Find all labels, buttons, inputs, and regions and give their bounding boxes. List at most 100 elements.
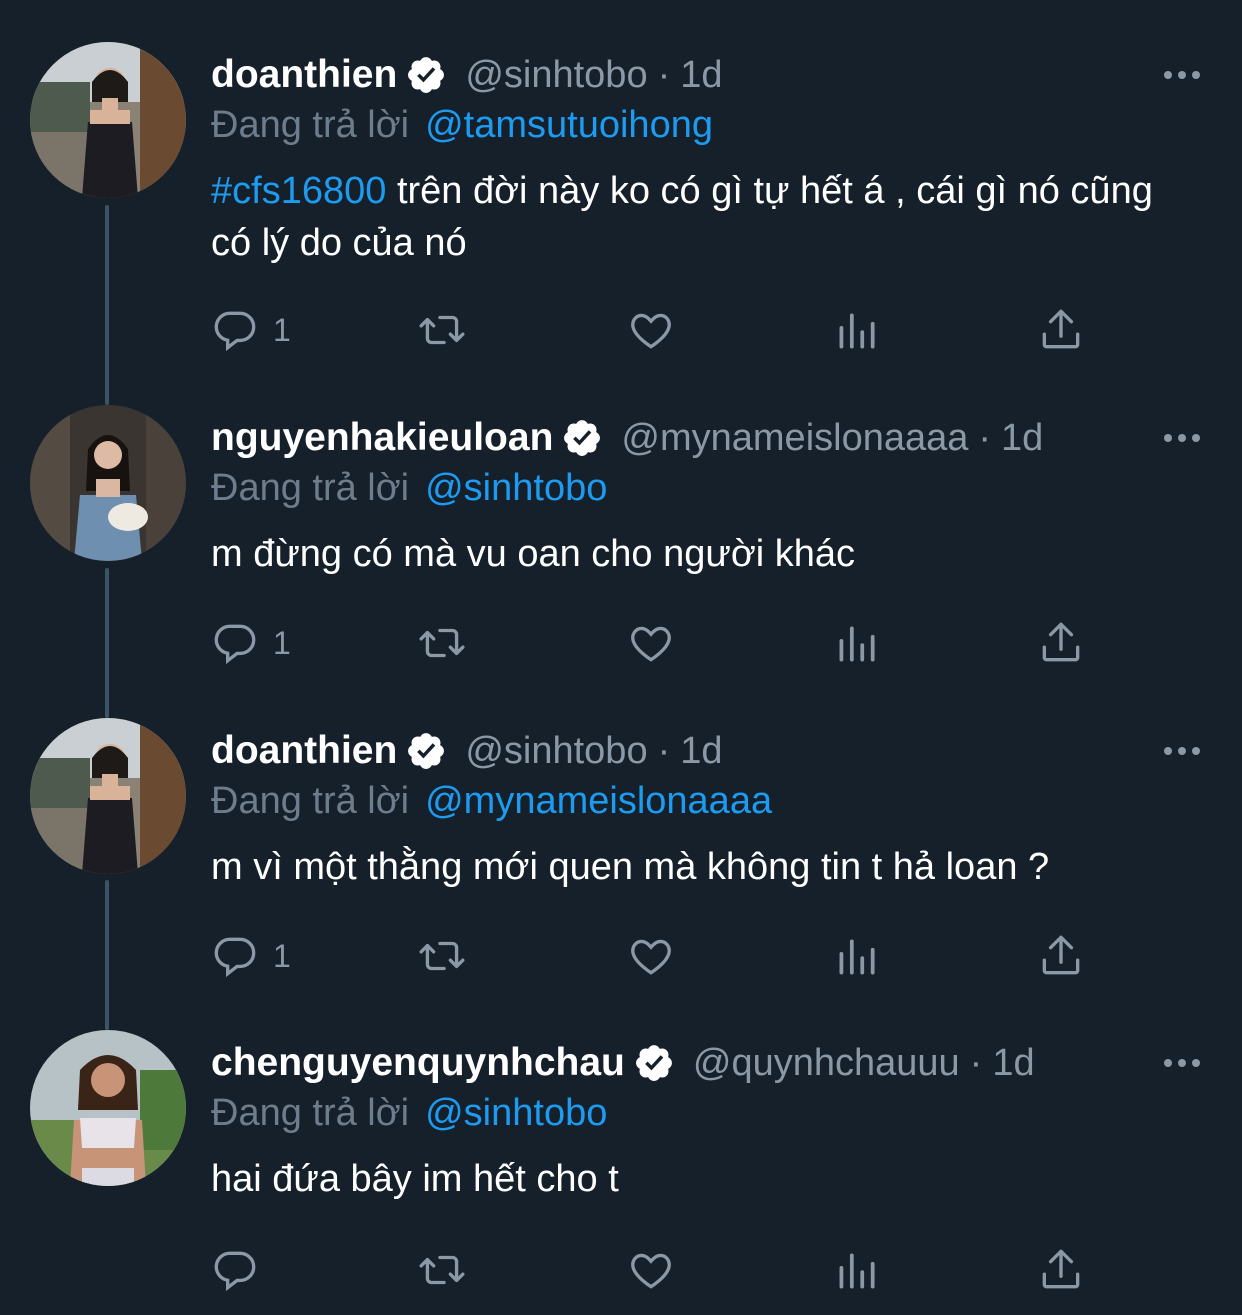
display-name[interactable]: chenguyenquynhchau bbox=[211, 1041, 625, 1085]
like-button[interactable] bbox=[626, 300, 676, 360]
like-button[interactable] bbox=[626, 1240, 676, 1300]
mention-link[interactable]: @mynameislonaaaa bbox=[425, 780, 772, 823]
separator-dot: · bbox=[978, 416, 992, 459]
heart-icon bbox=[631, 939, 671, 975]
like-button[interactable] bbox=[626, 926, 676, 986]
reply-icon bbox=[214, 1251, 256, 1292]
tweet-header: doanthien @sinhtobo · 1d bbox=[211, 50, 1132, 100]
mention-link[interactable]: @tamsutuoihong bbox=[425, 104, 713, 147]
share-icon bbox=[1042, 1249, 1080, 1289]
tweet-text: hai đứa bây im hết cho t bbox=[211, 1153, 1171, 1205]
reply-icon bbox=[214, 311, 256, 352]
user-handle[interactable]: @quynhchauuu bbox=[693, 1042, 960, 1085]
analytics-icon bbox=[839, 1253, 875, 1289]
tweet-text: m đừng có mà vu oan cho người khác bbox=[211, 528, 1171, 580]
reply-count: 1 bbox=[273, 311, 291, 348]
reply-button[interactable]: 1 bbox=[211, 926, 291, 986]
tweet[interactable]: doanthien @sinhtobo · 1d Đang trả lời @m… bbox=[0, 676, 1242, 986]
timestamp[interactable]: 1d bbox=[680, 54, 722, 97]
reply-count: 1 bbox=[273, 624, 291, 661]
verified-badge-icon bbox=[405, 54, 447, 96]
reply-icon bbox=[214, 937, 256, 978]
replying-label: Đang trả lời bbox=[211, 1091, 410, 1134]
replying-label: Đang trả lời bbox=[211, 103, 410, 146]
tweet[interactable]: doanthien @sinhtobo · 1d Đang trả lời @t… bbox=[0, 0, 1242, 352]
display-name[interactable]: nguyenhakieuloan bbox=[211, 416, 553, 460]
user-handle[interactable]: @sinhtobo bbox=[465, 730, 647, 773]
timestamp[interactable]: 1d bbox=[1001, 417, 1043, 460]
tweet-text-content: hai đứa bây im hết cho t bbox=[211, 1158, 619, 1200]
analytics-icon bbox=[839, 626, 875, 662]
avatar[interactable] bbox=[30, 405, 186, 561]
heart-icon bbox=[631, 626, 671, 662]
retweet-button[interactable] bbox=[416, 613, 468, 673]
reply-icon bbox=[214, 624, 256, 665]
avatar[interactable] bbox=[30, 1030, 186, 1186]
share-icon bbox=[1042, 622, 1080, 662]
verified-badge-icon bbox=[405, 730, 447, 772]
analytics-button[interactable] bbox=[831, 926, 881, 986]
user-handle[interactable]: @sinhtobo bbox=[465, 54, 647, 97]
more-options-icon[interactable] bbox=[1152, 1043, 1212, 1083]
timestamp[interactable]: 1d bbox=[680, 730, 722, 773]
reply-button[interactable]: 1 bbox=[211, 300, 291, 360]
share-button[interactable] bbox=[1036, 1240, 1086, 1300]
verified-badge-icon bbox=[633, 1042, 675, 1084]
retweet-icon bbox=[419, 941, 465, 971]
tweet-text: m vì một thằng mới quen mà không tin t h… bbox=[211, 841, 1211, 893]
share-icon bbox=[1042, 935, 1080, 975]
more-options-icon[interactable] bbox=[1152, 418, 1212, 458]
mention-link[interactable]: @sinhtobo bbox=[425, 1092, 607, 1135]
timestamp[interactable]: 1d bbox=[992, 1042, 1034, 1085]
retweet-icon bbox=[419, 1255, 465, 1285]
analytics-button[interactable] bbox=[831, 613, 881, 673]
tweet-actions bbox=[211, 1240, 1091, 1300]
replying-to: Đang trả lời @sinhtobo bbox=[211, 1088, 607, 1138]
replying-to: Đang trả lời @mynameislonaaaa bbox=[211, 776, 772, 826]
analytics-icon bbox=[839, 313, 875, 349]
like-button[interactable] bbox=[626, 613, 676, 673]
reply-button[interactable]: 1 bbox=[211, 613, 291, 673]
tweet-actions: 1 bbox=[211, 300, 1091, 360]
retweet-button[interactable] bbox=[416, 926, 468, 986]
analytics-button[interactable] bbox=[831, 300, 881, 360]
hashtag-link[interactable]: #cfs16800 bbox=[211, 170, 386, 212]
avatar[interactable] bbox=[30, 42, 186, 198]
retweet-button[interactable] bbox=[416, 300, 468, 360]
share-button[interactable] bbox=[1036, 613, 1086, 673]
verified-badge-icon bbox=[561, 417, 603, 459]
tweet-header: doanthien @sinhtobo · 1d bbox=[211, 726, 1132, 776]
user-handle[interactable]: @mynameislonaaaa bbox=[621, 417, 968, 460]
tweet-header: nguyenhakieuloan @mynameislonaaaa · 1d bbox=[211, 413, 1132, 463]
heart-icon bbox=[631, 1253, 671, 1289]
share-button[interactable] bbox=[1036, 300, 1086, 360]
replying-to: Đang trả lời @sinhtobo bbox=[211, 463, 607, 513]
tweet-text-content: m vì một thằng mới quen mà không tin t h… bbox=[211, 846, 1050, 888]
separator-dot: · bbox=[657, 729, 671, 772]
tweet-actions: 1 bbox=[211, 926, 1091, 986]
separator-dot: · bbox=[657, 53, 671, 96]
tweet-text-content: m đừng có mà vu oan cho người khác bbox=[211, 533, 856, 575]
share-button[interactable] bbox=[1036, 926, 1086, 986]
replying-to: Đang trả lời @tamsutuoihong bbox=[211, 100, 713, 150]
reply-count: 1 bbox=[273, 937, 291, 974]
avatar[interactable] bbox=[30, 718, 186, 874]
more-options-icon[interactable] bbox=[1152, 731, 1212, 771]
tweet[interactable]: chenguyenquynhchau @quynhchauuu · 1d Đan… bbox=[0, 988, 1242, 1298]
display-name[interactable]: doanthien bbox=[211, 53, 397, 97]
display-name[interactable]: doanthien bbox=[211, 729, 397, 773]
retweet-icon bbox=[419, 628, 465, 658]
replying-label: Đang trả lời bbox=[211, 779, 410, 822]
retweet-button[interactable] bbox=[416, 1240, 468, 1300]
reply-button[interactable] bbox=[211, 1240, 273, 1300]
analytics-icon bbox=[839, 939, 875, 975]
separator-dot: · bbox=[969, 1041, 983, 1084]
tweet-actions: 1 bbox=[211, 613, 1091, 673]
tweet[interactable]: nguyenhakieuloan @mynameislonaaaa · 1d Đ… bbox=[0, 363, 1242, 673]
retweet-icon bbox=[419, 315, 465, 345]
more-options-icon[interactable] bbox=[1152, 55, 1212, 95]
tweet-header: chenguyenquynhchau @quynhchauuu · 1d bbox=[211, 1038, 1132, 1088]
mention-link[interactable]: @sinhtobo bbox=[425, 467, 607, 510]
heart-icon bbox=[631, 313, 671, 349]
analytics-button[interactable] bbox=[831, 1240, 881, 1300]
